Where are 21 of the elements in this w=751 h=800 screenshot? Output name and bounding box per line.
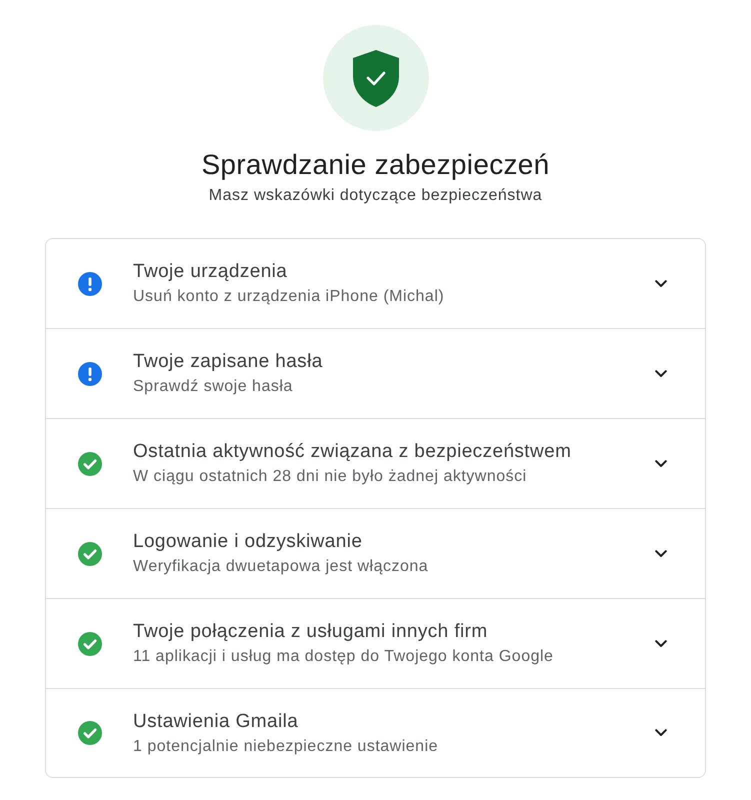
check-icon [78,452,102,476]
item-description: Usuń konto z urządzenia iPhone (Michal) [133,287,444,307]
check-icon [78,632,102,656]
page-subtitle: Masz wskazówki dotyczące bezpieczeństwa [208,186,542,206]
page-title: Sprawdzanie zabezpieczeń [201,148,550,182]
item-title: Ostatnia aktywność związana z bezpieczeństwem [133,440,572,464]
exclamation-icon [78,272,102,296]
exclamation-icon [78,362,102,386]
item-description: W ciągu ostatnich 28 dni nie było żadnej aktywności [133,467,527,487]
item-title: Ustawienia Gmaila [133,710,298,734]
item-title: Logowanie i odzyskiwanie [133,530,362,554]
checkup-item[interactable]: Twoje urządzenia Usuń konto z urządzenia iPhone (Michal) [46,239,705,329]
item-description: Sprawdź swoje hasła [133,377,293,397]
item-description: 1 potencjalnie niebezpieczne ustawienie [133,736,438,756]
item-description: 11 aplikacji i usług ma dostęp do Twojego konta Google [133,647,554,667]
item-title: Twoje połączenia z usługami innych firm [133,620,488,644]
item-title: Twoje urządzenia [133,260,288,284]
item-title: Twoje zapisane hasła [133,350,323,374]
check-icon [78,721,102,745]
item-description: Weryfikacja dwuetapowa jest włączona [133,557,428,577]
check-icon [78,542,102,566]
